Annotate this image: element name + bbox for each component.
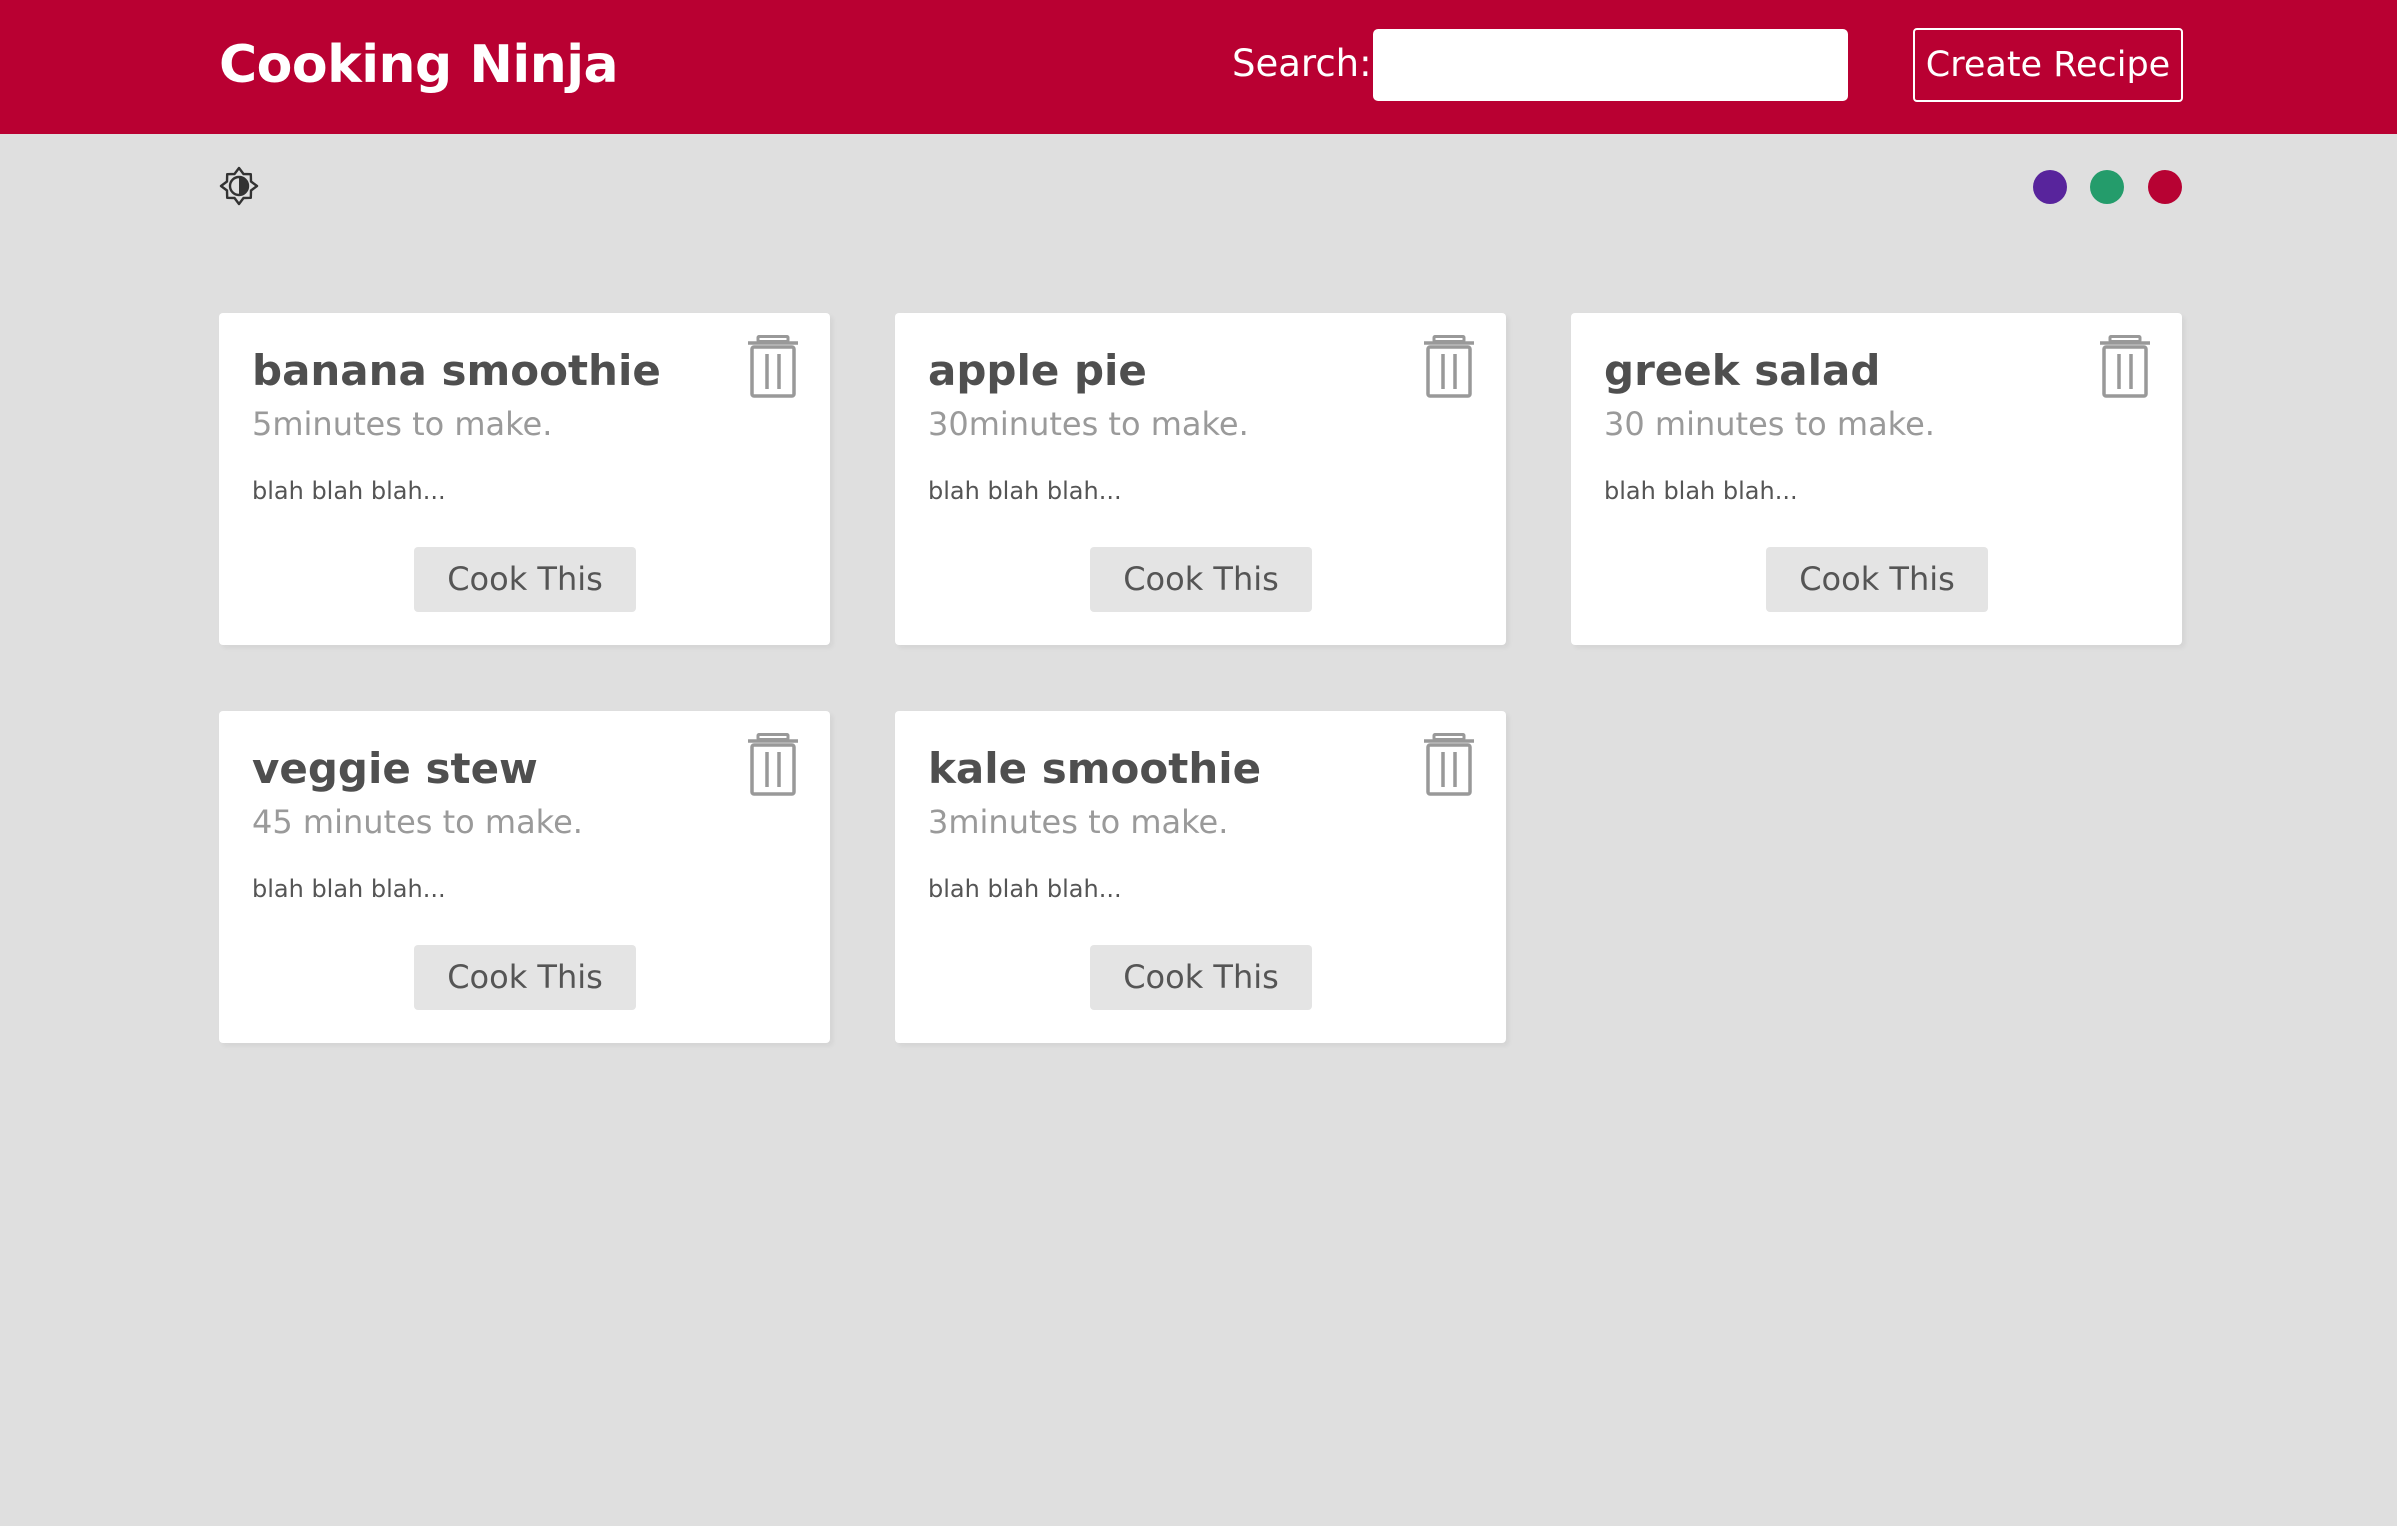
trash-icon[interactable]	[1422, 335, 1476, 399]
cook-this-button[interactable]: Cook This	[1090, 547, 1312, 612]
theme-swatch-green[interactable]	[2090, 170, 2124, 204]
create-recipe-button[interactable]: Create Recipe	[1913, 28, 2183, 102]
recipe-description: blah blah blah...	[928, 875, 1122, 903]
trash-icon[interactable]	[1422, 733, 1476, 797]
recipe-card: apple pie 30minutes to make. blah blah b…	[895, 313, 1506, 645]
navbar: Cooking Ninja Search: Create Recipe	[0, 0, 2397, 134]
trash-icon[interactable]	[746, 335, 800, 399]
recipe-title: apple pie	[928, 346, 1147, 395]
theme-swatch-purple[interactable]	[2033, 170, 2067, 204]
recipe-time: 5minutes to make.	[252, 405, 553, 443]
recipe-description: blah blah blah...	[928, 477, 1122, 505]
recipe-title: banana smoothie	[252, 346, 661, 395]
cook-this-button[interactable]: Cook This	[1766, 547, 1988, 612]
cook-this-button[interactable]: Cook This	[1090, 945, 1312, 1010]
recipe-description: blah blah blah...	[252, 477, 446, 505]
recipe-card: kale smoothie 3minutes to make. blah bla…	[895, 711, 1506, 1043]
recipe-time: 30 minutes to make.	[1604, 405, 1935, 443]
recipe-description: blah blah blah...	[252, 875, 446, 903]
recipe-time: 30minutes to make.	[928, 405, 1249, 443]
trash-icon[interactable]	[2098, 335, 2152, 399]
cook-this-button[interactable]: Cook This	[414, 547, 636, 612]
recipe-card: greek salad 30 minutes to make. blah bla…	[1571, 313, 2182, 645]
theme-swatch-red[interactable]	[2148, 170, 2182, 204]
brand-title[interactable]: Cooking Ninja	[219, 28, 619, 102]
recipe-card: banana smoothie 5minutes to make. blah b…	[219, 313, 830, 645]
search-label: Search:	[1232, 42, 1372, 85]
recipe-title: veggie stew	[252, 744, 538, 793]
recipe-time: 3minutes to make.	[928, 803, 1229, 841]
recipe-card: veggie stew 45 minutes to make. blah bla…	[219, 711, 830, 1043]
recipe-description: blah blah blah...	[1604, 477, 1798, 505]
search-input[interactable]	[1373, 29, 1848, 101]
recipe-title: greek salad	[1604, 346, 1881, 395]
brightness-icon[interactable]	[219, 166, 259, 206]
trash-icon[interactable]	[746, 733, 800, 797]
recipe-title: kale smoothie	[928, 744, 1262, 793]
recipe-time: 45 minutes to make.	[252, 803, 583, 841]
cook-this-button[interactable]: Cook This	[414, 945, 636, 1010]
